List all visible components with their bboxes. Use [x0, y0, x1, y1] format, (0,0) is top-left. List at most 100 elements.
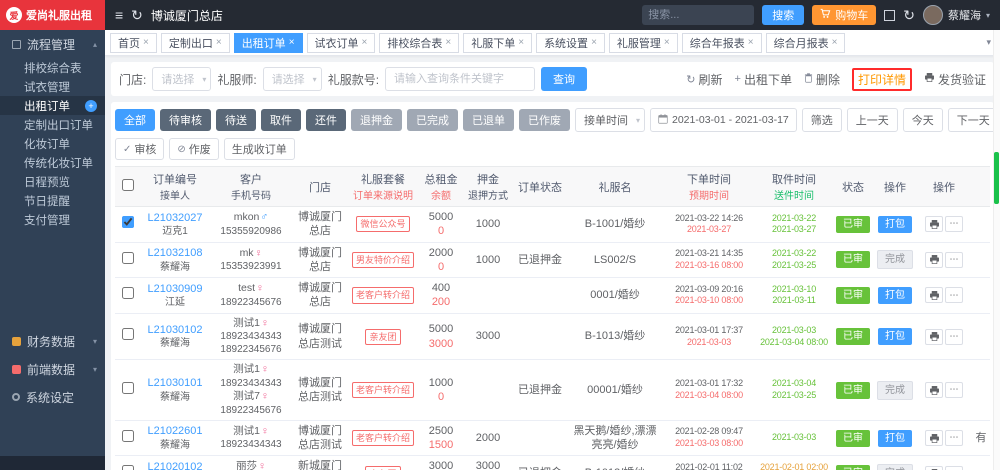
sidebar-section-system[interactable]: 系统设定: [0, 383, 105, 411]
operation-button[interactable]: 打包: [878, 287, 912, 304]
fullscreen-icon[interactable]: [884, 10, 895, 21]
status-tab[interactable]: 已完成: [407, 109, 458, 131]
order-number-link[interactable]: L21022601: [143, 424, 207, 438]
tab-item[interactable]: 礼服下单×: [463, 33, 532, 53]
row-checkbox[interactable]: [122, 328, 134, 340]
more-actions-button[interactable]: ⋯: [945, 216, 963, 232]
make-receipt-button[interactable]: 生成收订单: [224, 138, 295, 160]
sidebar-item[interactable]: 排校综合表: [0, 58, 105, 77]
ship-verify-button[interactable]: 发货验证: [924, 71, 986, 88]
time-type-select[interactable]: 接单时间 ▾: [575, 108, 645, 132]
tab-item[interactable]: 综合年报表×: [682, 33, 762, 53]
more-actions-button[interactable]: ⋯: [945, 287, 963, 303]
tab-close-icon[interactable]: ×: [832, 37, 838, 48]
status-tab[interactable]: 还件: [306, 109, 346, 131]
void-button[interactable]: ⊘ 作废: [169, 138, 218, 160]
operation-button[interactable]: 完成: [877, 464, 913, 470]
more-actions-button[interactable]: ⋯: [945, 430, 963, 446]
order-number-link[interactable]: L21030102: [143, 323, 207, 337]
approve-button[interactable]: ✓ 审核: [115, 138, 164, 160]
tab-item[interactable]: 排校综合表×: [379, 33, 459, 53]
reload-icon[interactable]: ↻: [131, 8, 143, 22]
order-number-link[interactable]: L21032027: [143, 211, 207, 225]
tab-item[interactable]: 出租订单×: [234, 33, 303, 53]
next-day-button[interactable]: 下一天: [948, 108, 994, 132]
select-all-checkbox[interactable]: [122, 179, 134, 191]
operation-button[interactable]: 打包: [878, 430, 912, 447]
print-button[interactable]: [925, 329, 943, 345]
sidebar-item[interactable]: 传统化妆订单: [0, 153, 105, 172]
tab-item[interactable]: 礼服管理×: [609, 33, 678, 53]
store-select[interactable]: 请选择 ▾: [152, 67, 211, 91]
stylist-select[interactable]: 请选择 ▾: [263, 67, 322, 91]
tab-item[interactable]: 定制出口×: [161, 33, 230, 53]
delete-button[interactable]: 删除: [804, 71, 840, 88]
print-button[interactable]: [925, 287, 943, 303]
print-button[interactable]: [925, 252, 943, 268]
status-tab-all[interactable]: 全部: [115, 109, 155, 131]
add-rental-order-button[interactable]: + 出租下单: [735, 71, 792, 88]
sidebar-section-frontend[interactable]: 前端数据 ▾: [0, 355, 105, 383]
tab-item[interactable]: 综合月报表×: [766, 33, 846, 53]
sidebar-item[interactable]: 化妆订单: [0, 134, 105, 153]
sidebar-item[interactable]: 日程预览: [0, 172, 105, 191]
order-number-link[interactable]: L21032108: [143, 246, 207, 260]
page-scrollbar-track[interactable]: [993, 30, 1000, 470]
user-menu[interactable]: 蔡耀海 ▾: [923, 5, 990, 25]
tab-close-icon[interactable]: ×: [664, 37, 670, 48]
date-range-picker[interactable]: 2021-03-01 - 2021-03-17: [650, 108, 797, 132]
tab-close-icon[interactable]: ×: [748, 37, 754, 48]
filter-button[interactable]: 筛选: [802, 108, 842, 132]
status-tab[interactable]: 待审核: [160, 109, 211, 131]
order-number-link[interactable]: L21030101: [143, 376, 207, 390]
print-button[interactable]: [925, 216, 943, 232]
sidebar-item[interactable]: 节日提醒: [0, 191, 105, 210]
dress-no-input[interactable]: [385, 67, 535, 91]
row-checkbox[interactable]: [122, 430, 134, 442]
print-button[interactable]: [925, 466, 943, 470]
more-actions-button[interactable]: ⋯: [945, 466, 963, 470]
refresh-icon[interactable]: ↻: [903, 8, 915, 22]
tab-close-icon[interactable]: ×: [362, 37, 368, 48]
row-checkbox[interactable]: [122, 287, 134, 299]
global-search-box[interactable]: [642, 5, 754, 25]
operation-button[interactable]: 完成: [877, 381, 913, 400]
sidebar-item[interactable]: 试衣管理: [0, 77, 105, 96]
status-tab[interactable]: 已作废: [519, 109, 570, 131]
operation-button[interactable]: 完成: [877, 250, 913, 269]
status-tab[interactable]: 取件: [261, 109, 301, 131]
row-checkbox[interactable]: [122, 252, 134, 264]
row-checkbox[interactable]: [122, 216, 134, 228]
tab-close-icon[interactable]: ×: [289, 37, 295, 48]
sidebar-section-process[interactable]: 流程管理 ▴: [0, 30, 105, 58]
order-number-link[interactable]: L21020102: [143, 460, 207, 470]
status-tab[interactable]: 已退单: [463, 109, 514, 131]
sidebar-item[interactable]: 出租订单+: [0, 96, 105, 115]
tab-close-icon[interactable]: ×: [216, 37, 222, 48]
tab-item[interactable]: 系统设置×: [536, 33, 605, 53]
row-checkbox[interactable]: [122, 465, 134, 470]
today-button[interactable]: 今天: [903, 108, 943, 132]
row-checkbox[interactable]: [122, 382, 134, 394]
search-button[interactable]: 搜索: [762, 5, 804, 25]
tab-close-icon[interactable]: ×: [591, 37, 597, 48]
search-input[interactable]: [648, 9, 748, 21]
status-tab[interactable]: 待送: [216, 109, 256, 131]
query-button[interactable]: 查询: [541, 67, 587, 91]
tab-item[interactable]: 首页×: [110, 33, 157, 53]
order-number-link[interactable]: L21030909: [143, 282, 207, 296]
sidebar-item[interactable]: 支付管理: [0, 210, 105, 229]
print-detail-button[interactable]: 打印详情: [858, 71, 906, 88]
more-actions-button[interactable]: ⋯: [945, 382, 963, 398]
prev-day-button[interactable]: 上一天: [847, 108, 898, 132]
page-scrollbar-thumb[interactable]: [994, 152, 999, 204]
operation-button[interactable]: 打包: [878, 216, 912, 233]
sidebar-section-finance[interactable]: 财务数据 ▾: [0, 327, 105, 355]
status-tab[interactable]: 退押金: [351, 109, 402, 131]
tab-close-icon[interactable]: ×: [143, 37, 149, 48]
sidebar-item[interactable]: 定制出口订单: [0, 115, 105, 134]
tab-close-icon[interactable]: ×: [445, 37, 451, 48]
tab-item[interactable]: 试衣订单×: [307, 33, 376, 53]
more-actions-button[interactable]: ⋯: [945, 329, 963, 345]
tab-close-icon[interactable]: ×: [518, 37, 524, 48]
